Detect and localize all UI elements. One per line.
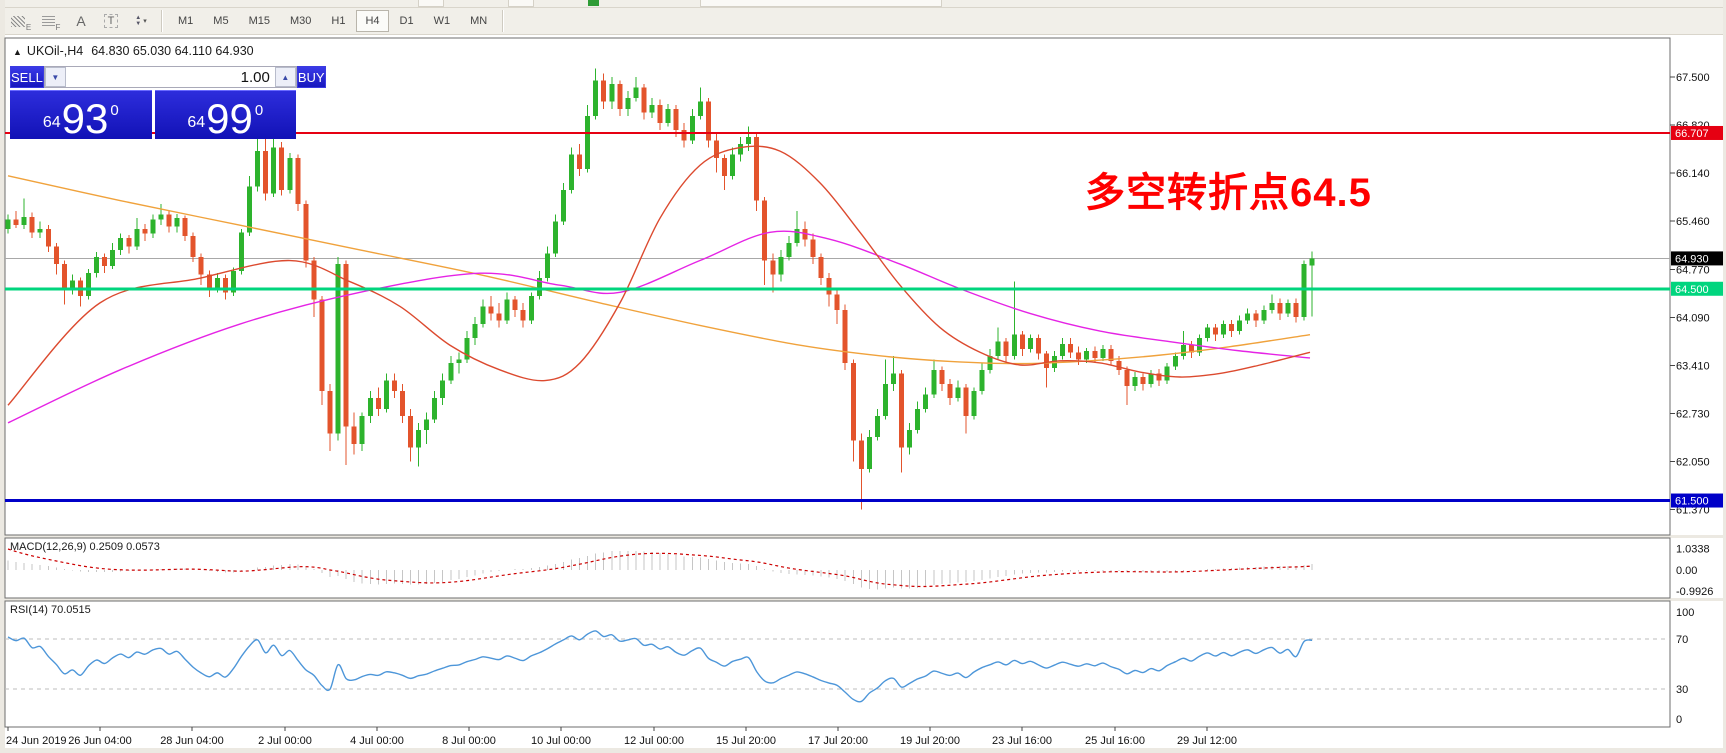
sell-price-point: 0 xyxy=(110,102,119,119)
volume-input[interactable] xyxy=(65,67,275,87)
one-click-trade-panel: SELL ▼ ▲ BUY 64 93 0 64 99 0 xyxy=(10,66,326,142)
svg-text:64.500: 64.500 xyxy=(1675,284,1709,296)
svg-text:63.410: 63.410 xyxy=(1676,361,1710,373)
svg-text:12 Jul 00:00: 12 Jul 00:00 xyxy=(624,735,684,747)
svg-text:25 Jul 16:00: 25 Jul 16:00 xyxy=(1085,735,1145,747)
svg-text:0: 0 xyxy=(1676,714,1682,726)
chart-symbol-title: ▲ UKOil-,H4 64.830 65.030 64.110 64.930 xyxy=(13,44,254,58)
sell-price-display[interactable]: 64 93 0 xyxy=(10,90,152,142)
buy-button[interactable]: BUY xyxy=(296,66,326,88)
rsi-indicator-label: RSI(14) 70.0515 xyxy=(10,604,91,616)
svg-text:8 Jul 00:00: 8 Jul 00:00 xyxy=(442,735,496,747)
chart-annotation-text: 多空转折点64.5 xyxy=(1085,171,1372,215)
ohlc-values: 64.830 65.030 64.110 64.930 xyxy=(91,44,254,58)
svg-text:64.770: 64.770 xyxy=(1676,265,1710,277)
volume-increase-button[interactable]: ▲ xyxy=(274,67,296,87)
svg-text:100: 100 xyxy=(1676,607,1694,619)
trading-platform-window: EFAT▲▼▾ M1M5M15M30H1H4D1W1MN 67.50066.82… xyxy=(0,0,1726,753)
date-axis: 24 Jun 2019 26 Jun 04:00 28 Jun 04:00 2 Jul… xyxy=(6,727,1237,747)
svg-text:64.930: 64.930 xyxy=(1675,253,1709,265)
svg-text:66.140: 66.140 xyxy=(1676,168,1710,180)
price-axis: 67.50066.82066.14065.46064.77064.09063.4… xyxy=(1670,72,1723,517)
svg-text:4 Jul 00:00: 4 Jul 00:00 xyxy=(350,735,404,747)
buy-price-main: 99 xyxy=(206,95,253,142)
svg-text:66.707: 66.707 xyxy=(1675,128,1709,140)
svg-text:64.090: 64.090 xyxy=(1676,313,1710,325)
sell-price-main: 93 xyxy=(61,95,109,142)
svg-text:1.0338: 1.0338 xyxy=(1676,543,1710,555)
svg-text:29 Jul 12:00: 29 Jul 12:00 xyxy=(1177,735,1237,747)
svg-text:70: 70 xyxy=(1676,634,1688,646)
svg-text:65.460: 65.460 xyxy=(1676,216,1710,228)
sell-price-prefix: 64 xyxy=(42,114,61,131)
svg-text:19 Jul 20:00: 19 Jul 20:00 xyxy=(900,735,960,747)
sell-button[interactable]: SELL xyxy=(10,66,44,88)
svg-text:30: 30 xyxy=(1676,684,1688,696)
svg-text:28 Jun 04:00: 28 Jun 04:00 xyxy=(160,735,224,747)
svg-text:10 Jul 00:00: 10 Jul 00:00 xyxy=(531,735,591,747)
macd-indicator-label: MACD(12,26,9) 0.2509 0.0573 xyxy=(10,541,160,553)
window-bottom-edge xyxy=(0,748,1726,753)
buy-price-point: 0 xyxy=(254,102,264,119)
collapse-arrow-icon[interactable]: ▲ xyxy=(13,47,22,57)
svg-text:67.500: 67.500 xyxy=(1676,72,1710,84)
buy-price-prefix: 64 xyxy=(187,114,206,131)
svg-text:26 Jun 04:00: 26 Jun 04:00 xyxy=(68,735,132,747)
svg-text:62.730: 62.730 xyxy=(1676,409,1710,421)
svg-text:15 Jul 20:00: 15 Jul 20:00 xyxy=(716,735,776,747)
svg-text:24 Jun 2019: 24 Jun 2019 xyxy=(6,735,67,747)
buy-price-display[interactable]: 64 99 0 xyxy=(154,90,296,142)
svg-text:-0.9926: -0.9926 xyxy=(1676,586,1713,598)
svg-text:0.00: 0.00 xyxy=(1676,565,1697,577)
svg-text:2 Jul 00:00: 2 Jul 00:00 xyxy=(258,735,312,747)
volume-spinner: ▼ ▲ xyxy=(43,66,297,88)
svg-text:23 Jul 16:00: 23 Jul 16:00 xyxy=(992,735,1052,747)
svg-text:17 Jul 20:00: 17 Jul 20:00 xyxy=(808,735,868,747)
svg-text:62.050: 62.050 xyxy=(1676,457,1710,469)
symbol-name: UKOil-,H4 xyxy=(26,44,84,58)
volume-decrease-button[interactable]: ▼ xyxy=(44,67,66,87)
svg-text:61.500: 61.500 xyxy=(1675,496,1709,508)
